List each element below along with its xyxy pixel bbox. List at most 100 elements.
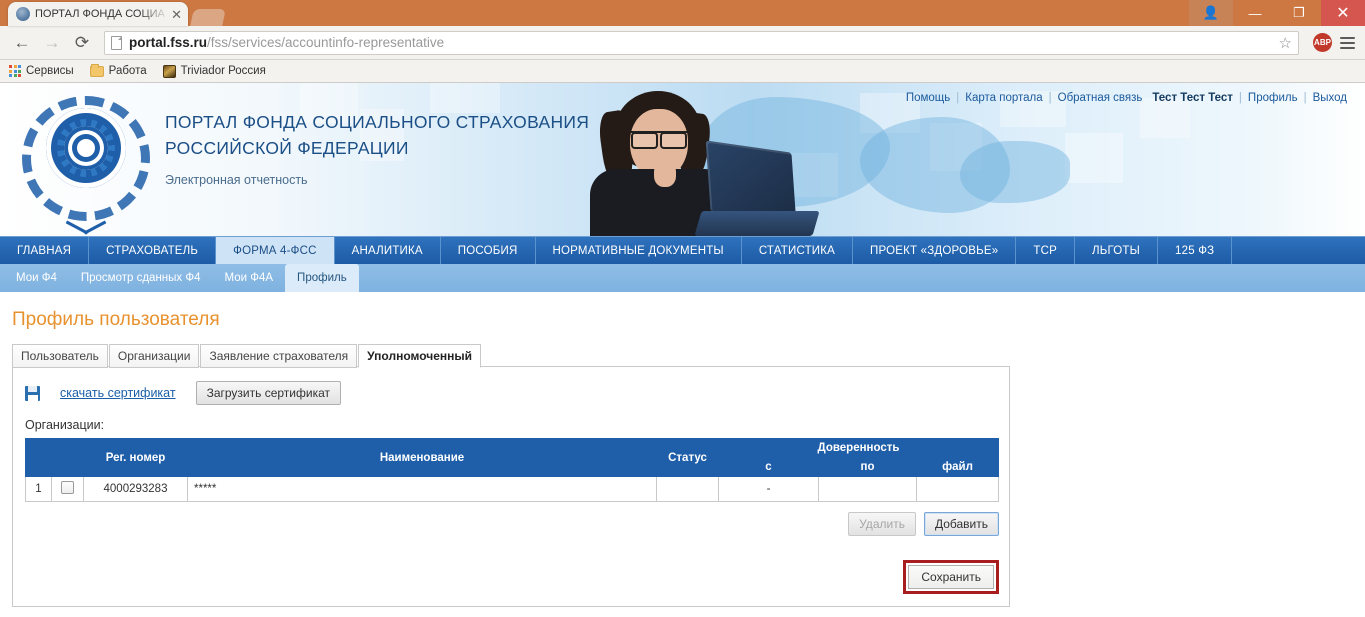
delete-button[interactable]: Удалить	[848, 512, 916, 536]
col-index	[25, 438, 52, 477]
col-poa-from: с	[718, 457, 819, 477]
col-poa-file: файл	[916, 457, 999, 477]
cell-checkbox[interactable]	[51, 476, 84, 502]
link-profile[interactable]: Профиль	[1248, 92, 1298, 104]
close-window-icon[interactable]: ✕	[1321, 0, 1365, 26]
user-profile-icon[interactable]: 👤	[1189, 0, 1233, 26]
nav-item-health-project[interactable]: ПРОЕКТ «ЗДОРОВЬЕ»	[853, 237, 1017, 264]
bookmark-work[interactable]: Работа	[89, 63, 147, 77]
nav-item-benefits[interactable]: ПОСОБИЯ	[441, 237, 536, 264]
maximize-icon[interactable]: ❐	[1277, 0, 1321, 26]
new-tab-button[interactable]	[190, 9, 226, 26]
certificate-actions: скачать сертификат Загрузить сертификат	[25, 381, 997, 405]
floppy-disk-icon	[25, 385, 40, 401]
page-viewport: ПОРТАЛ ФОНДА СОЦИАЛЬНОГО СТРАХОВАНИЯ РОС…	[0, 83, 1365, 617]
link-logout[interactable]: Выход	[1313, 92, 1347, 104]
subnav-item-my-f4[interactable]: Мои Ф4	[4, 264, 69, 292]
adblock-icon[interactable]: ABP	[1313, 33, 1332, 52]
url-host: portal.fss.ru	[129, 35, 208, 50]
nav-item-analytics[interactable]: АНАЛИТИКА	[335, 237, 441, 264]
game-icon	[162, 64, 176, 78]
save-button[interactable]: Сохранить	[908, 565, 994, 589]
save-button-highlight: Сохранить	[903, 560, 999, 594]
col-name: Наименование	[187, 438, 657, 477]
subnav-item-submitted-f4[interactable]: Просмотр сданных Ф4	[69, 264, 213, 292]
subnav-item-profile[interactable]: Профиль	[285, 264, 359, 292]
upload-certificate-button[interactable]: Загрузить сертификат	[195, 381, 341, 405]
window-controls: 👤 — ❐ ✕	[1189, 0, 1365, 26]
bookmark-services[interactable]: Сервисы	[9, 65, 74, 77]
download-certificate-link[interactable]: скачать сертификат	[60, 386, 176, 400]
nav-item-benefits-lgoty[interactable]: ЛЬГОТЫ	[1075, 237, 1159, 264]
row-checkbox[interactable]	[61, 481, 74, 494]
link-help[interactable]: Помощь	[906, 92, 950, 104]
site-banner: ПОРТАЛ ФОНДА СОЦИАЛЬНОГО СТРАХОВАНИЯ РОС…	[0, 83, 1365, 236]
browser-menu-icon[interactable]	[1340, 36, 1355, 49]
tab-user[interactable]: Пользователь	[12, 344, 108, 368]
nav-filler	[1232, 237, 1365, 264]
col-poa-to: по	[818, 457, 917, 477]
back-icon[interactable]: ←	[8, 29, 36, 57]
browser-window: ПОРТАЛ ФОНДА СОЦИА ✕ 👤 — ❐ ✕ ← → ⟳ porta…	[0, 0, 1365, 617]
header-top-links: Помощь | Карта портала | Обратная связь …	[906, 92, 1347, 104]
add-button[interactable]: Добавить	[923, 512, 999, 536]
forward-icon[interactable]: →	[38, 29, 66, 57]
table-header: Рег. номер Наименование Статус Доверенно…	[25, 438, 999, 477]
page-info-icon[interactable]	[111, 35, 122, 50]
nav-item-form-4fss[interactable]: ФОРМА 4-ФСС	[216, 237, 335, 264]
page-content: Профиль пользователя Пользователь Органи…	[0, 292, 1365, 607]
link-separator: |	[1048, 92, 1052, 104]
nav-item-tsr[interactable]: ТСР	[1016, 237, 1075, 264]
link-separator: |	[1238, 92, 1242, 104]
authorized-panel: скачать сертификат Загрузить сертификат …	[12, 366, 1010, 607]
organizations-label: Организации:	[25, 418, 105, 432]
site-title-line-2: РОССИЙСКОЙ ФЕДЕРАЦИИ	[165, 138, 409, 158]
subnav-item-my-f4a[interactable]: Мои Ф4А	[213, 264, 286, 292]
folder-icon	[89, 63, 104, 77]
bookmark-label: Triviador Россия	[180, 65, 266, 77]
table-row[interactable]: 1 4000293283 ***** -	[25, 476, 999, 502]
cell-poa-from: -	[718, 476, 819, 502]
browser-tab[interactable]: ПОРТАЛ ФОНДА СОЦИА ✕	[8, 2, 188, 26]
tab-insurer-application[interactable]: Заявление страхователя	[200, 344, 358, 368]
table-header-row-1: Рег. номер Наименование Статус Доверенно…	[25, 438, 999, 477]
current-user-name: Тест Тест Тест	[1152, 92, 1233, 104]
link-separator: |	[1303, 92, 1307, 104]
organizations-table: Рег. номер Наименование Статус Доверенно…	[25, 438, 999, 502]
col-reg-number: Рег. номер	[83, 438, 188, 477]
nav-item-normative-docs[interactable]: НОРМАТИВНЫЕ ДОКУМЕНТЫ	[536, 237, 742, 264]
site-favicon-icon	[16, 7, 30, 21]
reload-icon[interactable]: ⟳	[68, 29, 96, 57]
site-title-line-1: ПОРТАЛ ФОНДА СОЦИАЛЬНОГО СТРАХОВАНИЯ	[165, 112, 590, 132]
main-navigation: ГЛАВНАЯ СТРАХОВАТЕЛЬ ФОРМА 4-ФСС АНАЛИТИ…	[0, 236, 1365, 264]
minimize-icon[interactable]: —	[1233, 0, 1277, 26]
nav-item-statistics[interactable]: СТАТИСТИКА	[742, 237, 854, 264]
cell-poa-file	[916, 476, 999, 502]
col-power-of-attorney: Доверенность	[718, 438, 999, 458]
table-action-buttons: Удалить Добавить	[25, 512, 999, 536]
site-title-block: ПОРТАЛ ФОНДА СОЦИАЛЬНОГО СТРАХОВАНИЯ РОС…	[165, 109, 589, 187]
close-tab-icon[interactable]: ✕	[171, 8, 182, 21]
address-bar[interactable]: portal.fss.ru/fss/services/accountinfo-r…	[104, 30, 1299, 55]
browser-toolbar: ← → ⟳ portal.fss.ru/fss/services/account…	[0, 26, 1365, 60]
bookmark-label: Сервисы	[26, 65, 74, 77]
tab-organizations[interactable]: Организации	[108, 344, 200, 368]
apps-grid-icon	[9, 65, 21, 77]
nav-item-insurer[interactable]: СТРАХОВАТЕЛЬ	[89, 237, 217, 264]
fss-logo	[22, 90, 150, 227]
link-site-map[interactable]: Карта портала	[965, 92, 1042, 104]
nav-item-main[interactable]: ГЛАВНАЯ	[0, 237, 90, 264]
tab-authorized[interactable]: Уполномоченный	[358, 344, 482, 368]
address-bar-url: portal.fss.ru/fss/services/accountinfo-r…	[129, 35, 444, 50]
link-feedback[interactable]: Обратная связь	[1058, 92, 1143, 104]
sub-navigation: Мои Ф4 Просмотр сданных Ф4 Мои Ф4А Профи…	[0, 264, 1365, 292]
nav-item-125fz[interactable]: 125 ФЗ	[1158, 237, 1233, 264]
profile-tabs: Пользователь Организации Заявление страх…	[12, 343, 1365, 368]
cell-reg-number: 4000293283	[83, 476, 188, 502]
bookmark-star-icon[interactable]: ☆	[1271, 34, 1292, 52]
bookmarks-bar: Сервисы Работа Triviador Россия	[0, 60, 1365, 83]
link-separator: |	[956, 92, 960, 104]
table-body: 1 4000293283 ***** -	[25, 476, 999, 502]
cell-status	[656, 476, 719, 502]
bookmark-triviador[interactable]: Triviador Россия	[162, 64, 266, 78]
